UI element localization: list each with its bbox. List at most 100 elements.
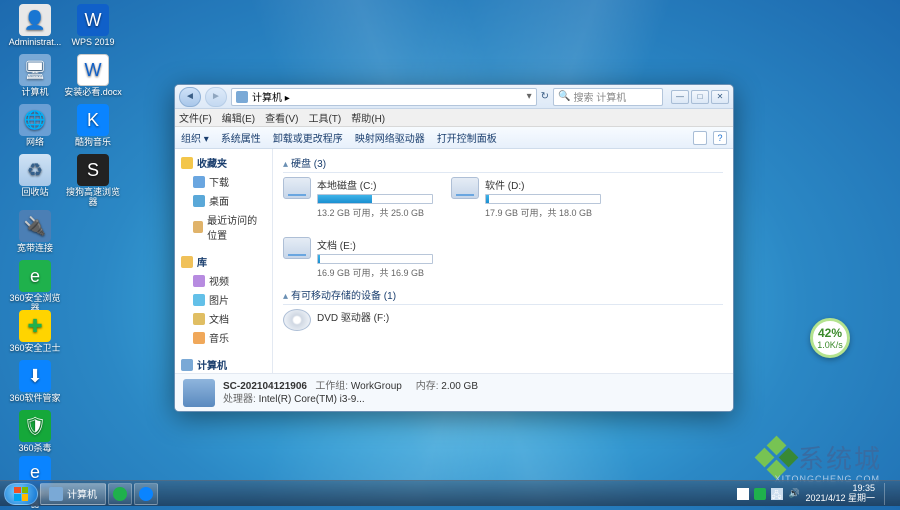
icon-label: 计算机	[6, 88, 64, 98]
minimize-button[interactable]: —	[671, 90, 689, 104]
usage-bar	[485, 194, 601, 204]
icon-label: 网络	[6, 138, 64, 148]
nav-videos[interactable]: 视频	[175, 271, 272, 290]
icon-label: 回收站	[6, 188, 64, 198]
desktop-icon-wps[interactable]: WWPS 2019	[64, 2, 122, 48]
drive-2[interactable]: 文档 (E:)16.9 GB 可用，共 16.9 GB	[283, 237, 433, 279]
nav-forward-button[interactable]: ►	[205, 87, 227, 107]
picture-icon	[193, 294, 205, 306]
close-button[interactable]: ✕	[711, 90, 729, 104]
tray-volume-icon[interactable]: 🔊	[788, 488, 800, 500]
desktop-icon-sogou[interactable]: S搜狗高速浏览器	[64, 152, 122, 208]
show-desktop-button[interactable]	[884, 483, 892, 505]
system-tray: 🖧 🔊 19:35 2021/4/12 星期一	[737, 483, 896, 505]
desktop-icon-360guard[interactable]: ✚360安全卫士	[6, 308, 64, 354]
nav-recent[interactable]: 最近访问的位置	[175, 210, 272, 244]
desktop-icon-network[interactable]: 🌐 网络	[6, 102, 64, 148]
drive-dvd[interactable]: DVD 驱动器 (F:)	[283, 309, 433, 331]
computer-icon	[181, 359, 193, 371]
menu-help[interactable]: 帮助(H)	[351, 110, 385, 125]
menu-edit[interactable]: 编辑(E)	[222, 110, 255, 125]
taskbar-app-explorer[interactable]: 计算机	[40, 483, 106, 505]
taskbar-clock[interactable]: 19:35 2021/4/12 星期一	[805, 484, 875, 504]
icon-label: 酷狗音乐	[64, 138, 122, 148]
tray-shield-icon[interactable]	[754, 488, 766, 500]
menu-view[interactable]: 查看(V)	[265, 110, 298, 125]
tb-mapdrive[interactable]: 映射网络驱动器	[355, 130, 425, 145]
search-placeholder: 搜索 计算机	[573, 89, 626, 104]
tb-uninstall[interactable]: 卸载或更改程序	[273, 130, 343, 145]
content-pane: ▴硬盘 (3) 本地磁盘 (C:)13.2 GB 可用，共 25.0 GB 软件 …	[273, 149, 733, 373]
nav-pictures[interactable]: 图片	[175, 290, 272, 309]
start-button[interactable]	[4, 483, 38, 505]
tb-controlpanel[interactable]: 打开控制面板	[437, 130, 497, 145]
taskbar: 计算机 🖧 🔊 19:35 2021/4/12 星期一	[0, 480, 900, 506]
taskbar-app-kugou[interactable]	[134, 483, 158, 505]
view-icon[interactable]	[693, 131, 707, 145]
nav-desktop[interactable]: 桌面	[175, 191, 272, 210]
tb-organize[interactable]: 组织 ▾	[181, 130, 209, 145]
nav-computer[interactable]: 计算机	[175, 355, 272, 373]
desktop-icon-360dun[interactable]: 🛡 360杀毒	[6, 408, 64, 454]
tray-flag-icon[interactable]	[737, 488, 749, 500]
document-icon	[193, 313, 205, 325]
nav-favorites-header[interactable]: 收藏夹	[175, 153, 272, 172]
360-icon	[113, 487, 127, 501]
icon-label: 宽带连接	[6, 244, 64, 254]
desktop-icon-conn[interactable]: 🔌 宽带连接	[6, 208, 64, 254]
drive-0[interactable]: 本地磁盘 (C:)13.2 GB 可用，共 25.0 GB	[283, 177, 433, 219]
kugou-icon: K	[77, 104, 109, 136]
desktop-icon-kugou[interactable]: K 酷狗音乐	[64, 102, 122, 148]
download-icon	[193, 176, 205, 188]
section-removable-header[interactable]: ▴有可移动存储的设备 (1)	[283, 287, 723, 305]
maximize-button[interactable]: □	[691, 90, 709, 104]
hdd-icon	[283, 237, 311, 259]
icon-label: 360软件管家	[6, 394, 64, 404]
hdd-icon	[283, 177, 311, 199]
sogou-icon: S	[77, 154, 109, 186]
music-icon	[193, 332, 205, 344]
tray-network-icon[interactable]: 🖧	[771, 488, 783, 500]
desktop-icon-computer[interactable]: 🖥 计算机	[6, 52, 64, 98]
desktop-icon-docx[interactable]: W安装必看.docx	[64, 52, 122, 98]
section-hdd-header[interactable]: ▴硬盘 (3)	[283, 155, 723, 173]
drive-1[interactable]: 软件 (D:)17.9 GB 可用，共 18.0 GB	[451, 177, 601, 219]
nav-documents[interactable]: 文档	[175, 309, 272, 328]
desktop-icon-recycle[interactable]: ♻回收站	[6, 152, 64, 198]
menu-file[interactable]: 文件(F)	[179, 110, 212, 125]
nav-libraries-header[interactable]: 库	[175, 252, 272, 271]
nav-back-button[interactable]: ◄	[179, 87, 201, 107]
360dun-icon: 🛡	[19, 410, 51, 442]
explorer-window: ◄ ► 计算机 ▸ ▾ ↻ 🔍 搜索 计算机 — □ ✕ 文件(F) 编辑(E)…	[174, 84, 734, 412]
tb-sysprops[interactable]: 系统属性	[221, 130, 261, 145]
address-bar[interactable]: 计算机 ▸ ▾	[231, 88, 537, 106]
speed-gauge[interactable]: 42% 1.0K/s	[810, 318, 850, 358]
nav-music[interactable]: 音乐	[175, 328, 272, 347]
watermark: 系统城	[761, 439, 882, 476]
icon-label: WPS 2019	[64, 38, 122, 48]
explorer-icon	[49, 487, 63, 501]
chevron-down-icon[interactable]: ▾	[527, 91, 532, 102]
search-input[interactable]: 🔍 搜索 计算机	[553, 88, 663, 106]
menu-bar: 文件(F) 编辑(E) 查看(V) 工具(T) 帮助(H)	[175, 109, 733, 127]
desktop-icon-360safe[interactable]: e360安全浏览器	[6, 258, 64, 314]
help-icon[interactable]: ?	[713, 131, 727, 145]
computer-icon: 🖥	[19, 54, 51, 86]
kugou-icon	[139, 487, 153, 501]
menu-tools[interactable]: 工具(T)	[308, 110, 341, 125]
desktop-icon-admin[interactable]: 👤Administrat...	[6, 2, 64, 48]
computer-icon	[236, 91, 248, 103]
360soft-icon: ⬇	[19, 360, 51, 392]
window-titlebar: ◄ ► 计算机 ▸ ▾ ↻ 🔍 搜索 计算机 — □ ✕	[175, 85, 733, 109]
icon-label: 360杀毒	[6, 444, 64, 454]
nav-downloads[interactable]: 下载	[175, 172, 272, 191]
network-icon: 🌐	[19, 104, 51, 136]
desktop-icon-360soft[interactable]: ⬇ 360软件管家	[6, 358, 64, 404]
conn-icon: 🔌	[19, 210, 51, 242]
taskbar-app-360[interactable]	[108, 483, 132, 505]
recent-icon	[193, 221, 203, 233]
refresh-icon[interactable]: ↻	[541, 91, 549, 102]
star-icon	[181, 157, 193, 169]
details-pane: SC-202104121906 工作组: WorkGroup 内存: 2.00 …	[175, 373, 733, 411]
docx-icon: W	[77, 54, 109, 86]
